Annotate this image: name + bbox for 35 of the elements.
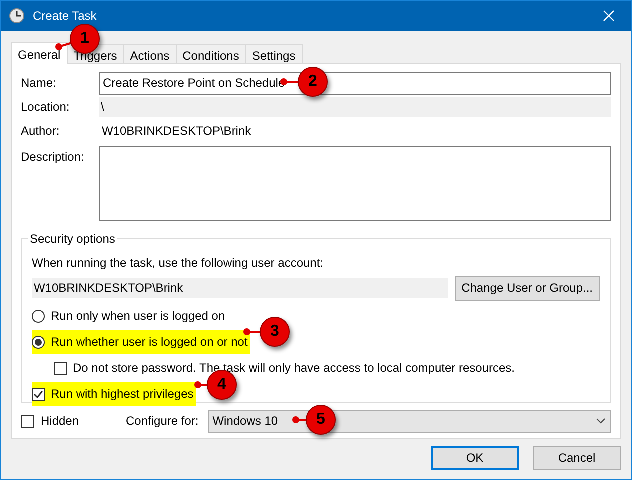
- field-label: Description:: [21, 149, 86, 166]
- tab[interactable]: Conditions: [176, 44, 246, 63]
- window-title: Create Task: [33, 8, 97, 25]
- hidden-label: Hidden: [41, 413, 80, 430]
- description-field[interactable]: [99, 146, 611, 221]
- option-label: Run whether user is logged on or not: [51, 334, 248, 351]
- leader-line: [194, 382, 208, 388]
- radio-button[interactable]: [32, 310, 45, 322]
- checkbox[interactable]: [21, 414, 34, 428]
- checkbox[interactable]: [32, 388, 45, 400]
- checkbox[interactable]: [54, 362, 67, 374]
- author-value: W10BRINKDESKTOP\Brink: [101, 123, 252, 140]
- dropdown-value: Windows 10: [212, 413, 278, 430]
- dialog-button[interactable]: OK: [431, 446, 519, 470]
- tab[interactable]: General: [11, 42, 68, 64]
- chevron-down-icon: [596, 418, 606, 424]
- field-label: Author:: [21, 123, 61, 140]
- clock-icon: [9, 8, 25, 24]
- leader-line: [56, 42, 72, 50]
- leader-line: [244, 328, 261, 336]
- field-label: Name:: [21, 75, 58, 92]
- field-label: Location:: [21, 99, 71, 116]
- radio-button[interactable]: [32, 336, 45, 348]
- close-icon[interactable]: [603, 10, 615, 22]
- dialog-button[interactable]: Cancel: [533, 446, 621, 470]
- option-label: Run only when user is logged on: [51, 308, 226, 325]
- account-prompt: When running the task, use the following user account:: [32, 255, 325, 272]
- change-user-button[interactable]: Change User or Group...: [454, 276, 600, 300]
- configure-label: Configure for:: [126, 413, 199, 430]
- location-field: \: [99, 97, 611, 117]
- leader-line: [292, 416, 307, 424]
- account-field: W10BRINKDESKTOP\Brink: [32, 278, 448, 298]
- option-label: Run with highest privileges: [51, 386, 194, 403]
- tab[interactable]: Actions: [123, 44, 177, 63]
- tab[interactable]: Settings: [245, 44, 303, 63]
